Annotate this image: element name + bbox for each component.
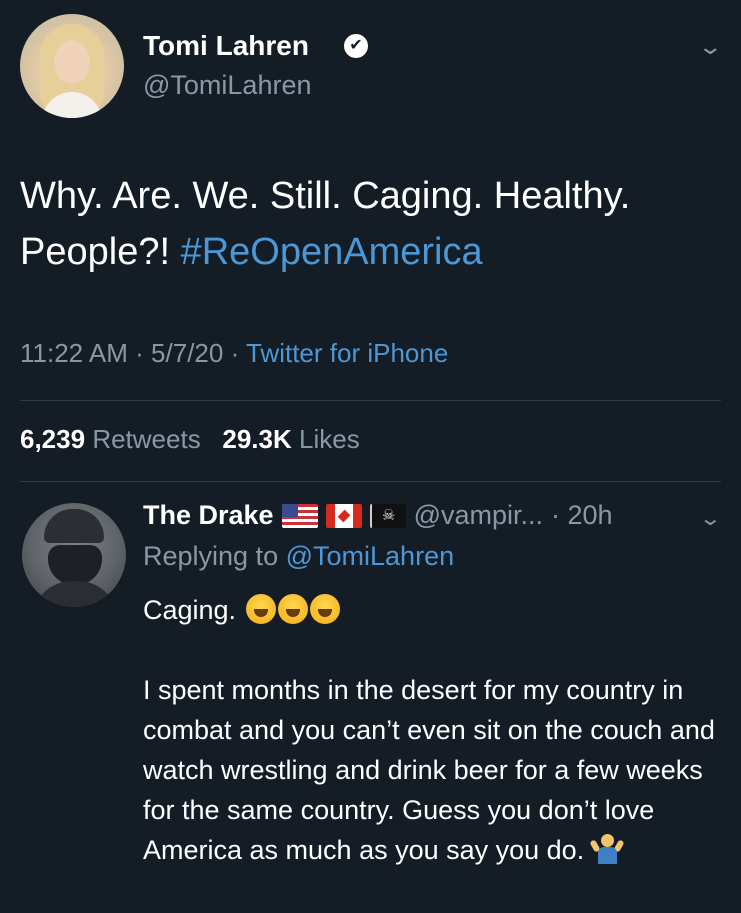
reply-author-display-name[interactable]: The Drake bbox=[143, 500, 274, 531]
likes-stat[interactable]: 29.3K Likes bbox=[222, 424, 359, 454]
face-with-tears-of-joy-icon bbox=[245, 594, 276, 624]
divider bbox=[20, 481, 721, 482]
reply-body: I spent months in the desert for my coun… bbox=[143, 670, 728, 870]
retweets-count: 6,239 bbox=[20, 424, 86, 454]
canada-flag-icon bbox=[325, 503, 362, 528]
reply-header: The Drake ☠ @vampir... · 20h bbox=[143, 500, 613, 531]
tweet-stats: 6,239 Retweets 29.3K Likes bbox=[20, 424, 360, 455]
tweet-source-link[interactable]: Twitter for iPhone bbox=[246, 338, 448, 368]
author-avatar[interactable] bbox=[20, 14, 124, 118]
chevron-down-icon[interactable]: ⌄ bbox=[697, 34, 723, 60]
retweets-stat[interactable]: 6,239 Retweets bbox=[20, 424, 201, 454]
retweets-label: Retweets bbox=[92, 424, 201, 454]
verified-badge-icon: ✔ bbox=[344, 34, 368, 58]
reply-text: Caging. I spent months in the desert for… bbox=[143, 590, 728, 910]
reply-line-1-text: Caging. bbox=[143, 595, 237, 625]
likes-label: Likes bbox=[299, 424, 360, 454]
meta-separator: · bbox=[127, 338, 152, 368]
chevron-down-icon[interactable]: ⌄ bbox=[699, 506, 722, 531]
replying-to-mention-link[interactable]: @TomiLahren bbox=[286, 541, 455, 571]
replying-to: Replying to @TomiLahren bbox=[143, 541, 454, 572]
author-display-name[interactable]: Tomi Lahren bbox=[143, 30, 309, 62]
reply-author-avatar[interactable] bbox=[22, 503, 126, 607]
tweet-text: Why. Are. We. Still. Caging. Healthy. Pe… bbox=[20, 168, 720, 280]
us-flag-icon bbox=[281, 503, 318, 528]
tweet-meta: 11:22 AM · 5/7/20 · Twitter for iPhone bbox=[20, 338, 448, 369]
likes-count: 29.3K bbox=[222, 424, 292, 454]
replying-to-label: Replying to bbox=[143, 541, 279, 571]
pirate-flag-icon: ☠ bbox=[369, 503, 406, 528]
meta-separator: · bbox=[223, 338, 246, 368]
face-with-tears-of-joy-icon bbox=[277, 594, 308, 624]
face-with-tears-of-joy-icon bbox=[309, 594, 340, 624]
tweet-time: 11:22 AM bbox=[20, 338, 128, 368]
hashtag-link[interactable]: #ReOpenAmerica bbox=[181, 231, 483, 273]
author-handle[interactable]: @TomiLahren bbox=[143, 70, 312, 101]
reply-author-handle[interactable]: @vampir... bbox=[414, 500, 543, 531]
reply-line-1: Caging. bbox=[143, 590, 728, 630]
reply-body-text: I spent months in the desert for my coun… bbox=[143, 675, 715, 865]
tweet-detail-screen: Tomi Lahren ✔ @TomiLahren ⌄ Why. Are. We… bbox=[0, 0, 741, 913]
tweet-date: 5/7/20 bbox=[151, 338, 224, 368]
divider bbox=[20, 400, 721, 401]
person-shrugging-icon bbox=[589, 834, 625, 864]
reply-age: · 20h bbox=[551, 500, 613, 530]
